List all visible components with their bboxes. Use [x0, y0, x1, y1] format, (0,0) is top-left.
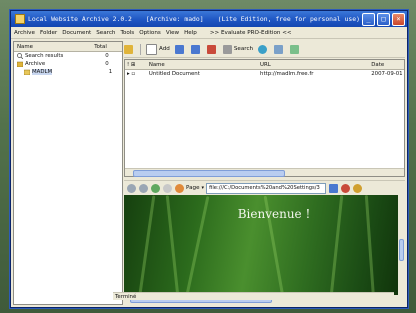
search-icon [222, 44, 232, 54]
document-name: Untitled Document [148, 71, 200, 77]
stop-icon[interactable] [163, 183, 172, 193]
tree-item-total: 0 [105, 53, 109, 59]
page-icon[interactable] [175, 183, 184, 193]
menu-tools[interactable]: Tools [120, 30, 134, 36]
tree-col-name[interactable]: Name [14, 44, 94, 50]
archive-tree: Name Total Search results 0 Archive 0 MA… [13, 41, 123, 305]
close-button[interactable]: × [392, 13, 405, 26]
document-list-header: ! ⊞ Name URL Date [125, 60, 404, 70]
col-flags[interactable]: ! ⊞ [125, 62, 149, 68]
globe-icon [258, 44, 268, 54]
tree-item-madlm[interactable]: MADLM 1 [14, 68, 122, 76]
status-bar: Terminé [113, 292, 394, 300]
search-results-icon [17, 53, 24, 60]
home-icon[interactable] [341, 183, 351, 193]
menu-archive[interactable]: Archive [14, 30, 35, 36]
tree-item-archive[interactable]: Archive 0 [14, 60, 122, 68]
col-url[interactable]: URL [260, 62, 371, 68]
grass-blade [181, 195, 210, 295]
folder-icon [124, 44, 133, 54]
delete-icon [206, 44, 216, 54]
evaluate-pro-link[interactable]: >> Evaluate PRO-Edition << [210, 30, 292, 36]
grass-blade [165, 195, 182, 295]
options-icon[interactable] [353, 183, 363, 193]
minimize-button[interactable]: _ [362, 13, 375, 26]
chevron-down-icon[interactable]: ▾ [202, 185, 205, 191]
menu-document[interactable]: Document [62, 30, 91, 36]
document-list-scrollbar[interactable] [125, 168, 404, 177]
go-icon[interactable] [329, 183, 339, 193]
properties-button[interactable] [290, 43, 301, 55]
menu-bar: Archive Folder Document Search Tools Opt… [11, 27, 407, 39]
add-button[interactable]: Add [146, 43, 170, 55]
document-url: http://madlm.free.fr [260, 71, 314, 77]
menu-view[interactable]: View [166, 30, 179, 36]
tree-item-label: Archive [25, 61, 46, 67]
document-row[interactable]: ▸ ▫ Untitled Document http://madlm.free.… [125, 70, 404, 78]
menu-help[interactable]: Help [184, 30, 197, 36]
menu-options[interactable]: Options [139, 30, 161, 36]
web-page-scrollbar[interactable] [398, 195, 405, 295]
wrench-icon [274, 44, 284, 54]
add-label: Add [159, 46, 170, 52]
move-up-button[interactable] [174, 43, 186, 55]
search-label: Search [233, 46, 254, 52]
archive-name: [Archive: mado] [145, 15, 204, 23]
main-toolbar: Add Search [124, 41, 405, 58]
app-icon [15, 14, 25, 24]
right-pane: Add Search ! ⊞ Name URL Date ▸ ▫ Untitle… [124, 41, 405, 303]
globe-button[interactable] [258, 43, 269, 55]
page-menu-label[interactable]: Page [186, 185, 200, 191]
search-button[interactable]: Search [222, 43, 254, 55]
menu-folder[interactable]: Folder [40, 30, 57, 36]
scrollbar-thumb[interactable] [133, 170, 285, 177]
archive-folder-icon [16, 61, 24, 68]
tree-header: Name Total [14, 42, 122, 52]
refresh-icon[interactable] [151, 183, 160, 193]
move-down-button[interactable] [190, 43, 202, 55]
tree-item-label: Search results [25, 53, 64, 59]
grass-blade [364, 195, 377, 295]
app-window: Local Website Archive 2.0.2 [Archive: ma… [10, 10, 408, 308]
tree-item-search-results[interactable]: Search results 0 [14, 52, 122, 60]
maximize-button[interactable]: □ [377, 13, 390, 26]
document-date: 2007-09-01 [371, 71, 403, 77]
add-document-icon [146, 43, 157, 55]
arrow-down-icon [190, 44, 200, 54]
document-icon: ▸ ▫ [127, 71, 136, 77]
new-folder-button[interactable] [124, 43, 135, 55]
properties-icon [290, 44, 300, 54]
col-name[interactable]: Name [149, 62, 260, 68]
title-bar[interactable]: Local Website Archive 2.0.2 [Archive: ma… [11, 11, 407, 27]
tree-item-total: 0 [105, 61, 109, 67]
forward-icon[interactable] [139, 183, 148, 193]
tree-item-total: 1 [108, 69, 113, 75]
scrollbar-thumb[interactable] [399, 239, 404, 261]
folder-icon [23, 69, 31, 76]
col-date[interactable]: Date [371, 62, 404, 68]
tree-item-label: MADLM [32, 69, 53, 75]
window-title: Local Website Archive 2.0.2 [28, 15, 132, 23]
menu-search[interactable]: Search [96, 30, 115, 36]
tools-button[interactable] [274, 43, 285, 55]
web-page-view[interactable]: Bienvenue ! [124, 195, 405, 295]
arrow-up-icon [174, 44, 184, 54]
tree-col-total[interactable]: Total [94, 44, 122, 50]
page-heading: Bienvenue ! [237, 207, 311, 221]
edition-label: (Lite Edition, free for personal use) [217, 15, 360, 23]
grass-blade [135, 195, 156, 295]
address-field[interactable]: file:///C:/Documents%20and%20Settings/3 [206, 182, 327, 194]
toolbar-separator [140, 43, 141, 55]
delete-button[interactable] [206, 43, 218, 55]
browser-toolbar: Page ▾ file:///C:/Documents%20and%20Sett… [124, 180, 405, 196]
back-icon[interactable] [127, 183, 136, 193]
document-list: ! ⊞ Name URL Date ▸ ▫ Untitled Document … [124, 59, 405, 177]
